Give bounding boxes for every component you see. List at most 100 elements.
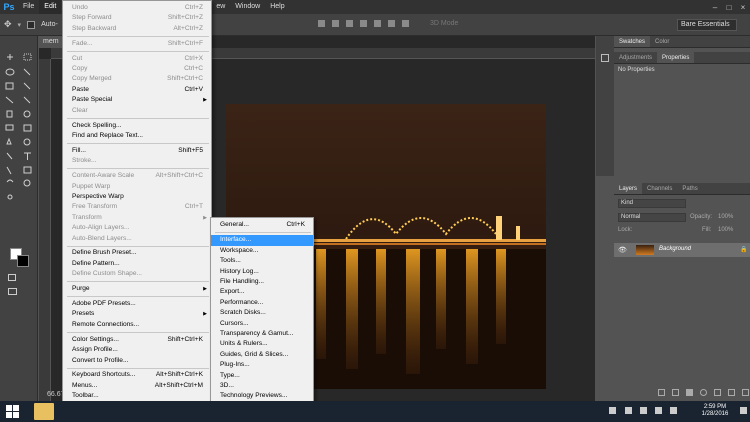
more-tools-icon [7, 194, 13, 200]
edit-menu-item-menus[interactable]: Menus... Alt+Shift+Ctrl+M [63, 381, 211, 391]
align-right-icon[interactable] [388, 20, 395, 27]
menu-item-label: Cut [72, 54, 83, 62]
prefs-menu-item-workspace[interactable]: Workspace... [211, 246, 313, 256]
quick-mask-icon[interactable] [8, 274, 16, 281]
prefs-menu-item-scratch-disks[interactable]: Scratch Disks... [211, 308, 313, 318]
prefs-menu-item-units-rulers[interactable]: Units & Rulers... [211, 339, 313, 349]
zoom-tool-icon [23, 179, 31, 187]
align-top-icon[interactable] [318, 20, 325, 27]
prefs-menu-item-plug-ins[interactable]: Plug-Ins... [211, 360, 313, 370]
adjustment-layer-icon[interactable] [700, 389, 707, 396]
chevron-up-icon[interactable] [625, 407, 632, 414]
prefs-menu-item-3d[interactable]: 3D... [211, 381, 313, 391]
blend-mode-select[interactable]: Normal [618, 213, 686, 222]
menu-view[interactable]: ew [211, 0, 230, 14]
menu-window[interactable]: Window [230, 0, 265, 14]
tab-layers[interactable]: Layers [614, 183, 643, 194]
edit-menu-item-adobe-pdf-presets[interactable]: Adobe PDF Presets... [63, 299, 211, 309]
edit-menu-item-color-settings[interactable]: Color Settings... Shift+Ctrl+K [63, 335, 211, 345]
new-layer-icon[interactable] [728, 389, 735, 396]
edit-menu-item-define-brush-preset[interactable]: Define Brush Preset... [63, 248, 211, 258]
layer-filter-kind[interactable]: Kind [618, 199, 686, 208]
prefs-menu-item-interface[interactable]: Interface... [211, 235, 313, 246]
tab-adjustments[interactable]: Adjustments [614, 52, 657, 63]
menu-help[interactable]: Help [265, 0, 289, 14]
prefs-menu-item-guides-grid-slices[interactable]: Guides, Grid & Slices... [211, 350, 313, 360]
menu-item-label: Interface... [220, 236, 252, 244]
notifications-icon[interactable] [740, 407, 747, 414]
prefs-menu-item-cursors[interactable]: Cursors... [211, 319, 313, 329]
prefs-menu-item-tools[interactable]: Tools... [211, 256, 313, 266]
tab-swatches[interactable]: Swatches [614, 36, 651, 47]
edit-menu-item-remote-connections[interactable]: Remote Connections... [63, 320, 211, 330]
edit-menu-item-perspective-warp[interactable]: Perspective Warp [63, 192, 211, 202]
prefs-menu-item-performance[interactable]: Performance... [211, 298, 313, 308]
edit-menu-item-presets[interactable]: Presets ▶ [63, 309, 211, 319]
distribute-icon[interactable] [402, 20, 409, 27]
align-middle-icon[interactable] [332, 20, 339, 27]
menu-file[interactable]: File [18, 0, 39, 14]
edit-menu-item-check-spelling[interactable]: Check Spelling... [63, 121, 211, 131]
align-center-icon[interactable] [374, 20, 381, 27]
fx-icon[interactable] [672, 389, 679, 396]
auto-select-label: Auto- [41, 21, 58, 28]
edit-menu-item-purge[interactable]: Purge ▶ [63, 284, 211, 294]
people-icon[interactable] [609, 407, 616, 414]
battery-icon[interactable] [670, 407, 677, 414]
taskbar-clock[interactable]: 2:59 PM 1/28/2016 [693, 404, 737, 418]
layer-row-background[interactable]: 👁 Background 🔒 [614, 243, 750, 257]
info-icon[interactable] [601, 54, 609, 62]
menu-separator [67, 281, 209, 283]
workspace-select[interactable]: Bare Essentials [677, 19, 737, 31]
fill-value[interactable]: 100% [718, 227, 733, 233]
menu-item-label: Export... [220, 288, 245, 296]
edit-menu-item-find-and-replace-text[interactable]: Find and Replace Text... [63, 131, 211, 141]
edit-menu-item-clear: Clear [63, 106, 211, 116]
edit-menu-item-free-transform: Free Transform Ctrl+T [63, 202, 211, 212]
opacity-value[interactable]: 100% [718, 214, 733, 220]
auto-select-checkbox[interactable] [27, 20, 36, 29]
volume-icon[interactable] [655, 407, 662, 414]
edit-menu-item-assign-profile[interactable]: Assign Profile... [63, 345, 211, 355]
screen-mode-icon[interactable] [8, 288, 17, 295]
menu-item-shortcut: Shift+Ctrl+K [167, 335, 203, 343]
background-color-swatch[interactable] [17, 255, 29, 267]
edit-menu-item-paste-special[interactable]: Paste Special ▶ [63, 95, 211, 105]
edit-menu-item-keyboard-shortcuts[interactable]: Keyboard Shortcuts... Alt+Shift+Ctrl+K [63, 370, 211, 380]
edit-menu-item-fill[interactable]: Fill... Shift+F5 [63, 146, 211, 156]
close-icon[interactable]: × [736, 3, 750, 12]
new-group-icon[interactable] [714, 389, 721, 396]
tab-color[interactable]: Color [650, 36, 674, 47]
delete-layer-icon[interactable] [742, 389, 749, 396]
align-bottom-icon[interactable] [346, 20, 353, 27]
windows-start-icon[interactable] [6, 405, 19, 418]
minimize-icon[interactable]: – [708, 3, 722, 12]
prefs-menu-item-file-handling[interactable]: File Handling... [211, 277, 313, 287]
link-layers-icon[interactable] [658, 389, 665, 396]
tab-paths[interactable]: Paths [677, 183, 702, 194]
mask-icon[interactable] [686, 389, 693, 396]
prefs-menu-item-export[interactable]: Export... [211, 287, 313, 297]
maximize-icon[interactable]: □ [722, 3, 736, 12]
edit-menu-item-convert-to-profile[interactable]: Convert to Profile... [63, 356, 211, 366]
prefs-menu-item-history-log[interactable]: History Log... [211, 267, 313, 277]
submenu-arrow-icon: ▶ [203, 286, 207, 293]
menu-item-label: Transform [72, 213, 102, 221]
visibility-eye-icon[interactable]: 👁 [618, 246, 627, 254]
menu-edit[interactable]: Edit [39, 0, 62, 14]
prefs-menu-item-general[interactable]: General... Ctrl+K [211, 220, 313, 230]
prefs-menu-item-type[interactable]: Type... [211, 371, 313, 381]
menu-item-label: Units & Rulers... [220, 340, 268, 348]
move-tool-icon[interactable]: ✥ [4, 19, 12, 30]
file-explorer-icon[interactable] [34, 403, 54, 420]
prefs-menu-item-transparency-gamut[interactable]: Transparency & Gamut... [211, 329, 313, 339]
align-left-icon[interactable] [360, 20, 367, 27]
tool-preset-dropdown-icon[interactable]: ▾ [18, 21, 22, 29]
tab-properties[interactable]: Properties [657, 52, 695, 63]
edit-menu-item-undo: Undo Ctrl+Z [63, 3, 211, 13]
network-icon[interactable] [640, 407, 647, 414]
edit-menu-item-define-pattern[interactable]: Define Pattern... [63, 259, 211, 269]
tab-channels[interactable]: Channels [642, 183, 677, 194]
edit-menu-item-paste[interactable]: Paste Ctrl+V [63, 85, 211, 95]
menu-item-label: Assign Profile... [72, 346, 118, 354]
